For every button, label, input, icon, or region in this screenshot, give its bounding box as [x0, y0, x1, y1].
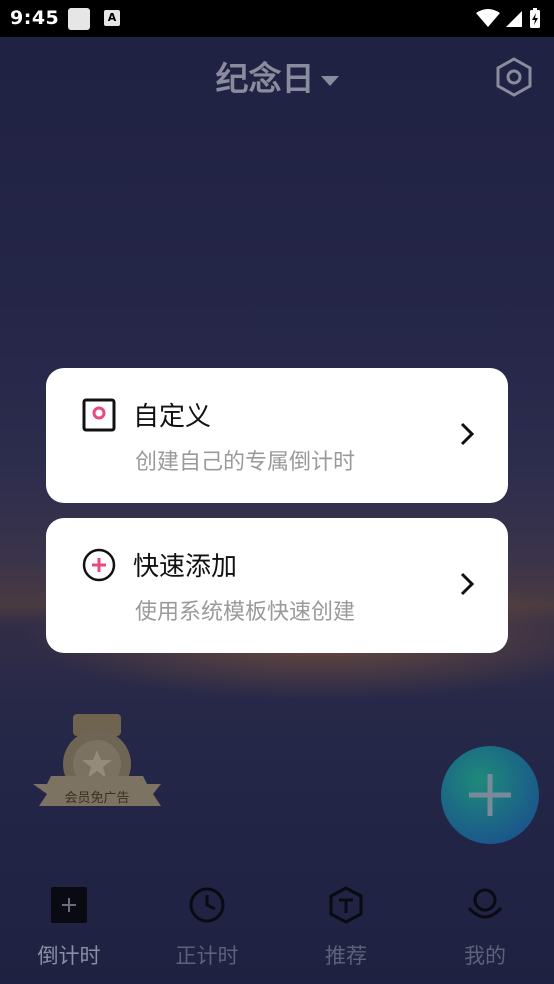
status-icons — [476, 8, 540, 28]
signal-icon — [506, 11, 522, 27]
custom-option-card[interactable]: 自定义 创建自己的专属倒计时 — [46, 368, 508, 503]
status-time: 9:45 — [10, 7, 60, 29]
notification-a-icon: A — [104, 10, 120, 26]
tab-mine[interactable]: 我的 — [416, 876, 554, 984]
tab-countdown[interactable]: 倒计时 — [0, 876, 138, 984]
hexagon-t-icon — [329, 886, 363, 924]
dim-overlay[interactable] — [0, 37, 554, 984]
page-title-dropdown[interactable]: 纪念日 — [0, 52, 554, 100]
add-fab-button[interactable] — [441, 746, 539, 844]
chevron-right-icon — [460, 422, 474, 446]
tab-label: 推荐 — [325, 944, 367, 968]
plus-square-icon — [51, 887, 87, 923]
vip-no-ads-badge[interactable]: 会员免广告 — [33, 712, 161, 812]
bottom-tab-bar: 倒计时 正计时 推荐 我的 — [0, 876, 554, 984]
custom-option-subtitle: 创建自己的专属倒计时 — [135, 450, 356, 475]
tab-label: 倒计时 — [37, 944, 101, 968]
custom-option-title: 自定义 — [133, 402, 212, 432]
tab-count-up[interactable]: 正计时 — [138, 876, 276, 984]
plus-icon — [469, 774, 511, 816]
smile-icon — [467, 888, 503, 919]
wifi-icon — [476, 9, 500, 27]
custom-square-icon — [82, 398, 116, 432]
tab-label: 我的 — [464, 944, 506, 968]
caret-down-icon — [320, 75, 339, 86]
tab-label: 正计时 — [175, 944, 239, 968]
page-title: 纪念日 — [215, 59, 315, 98]
quick-add-option-card[interactable]: 快速添加 使用系统模板快速创建 — [46, 518, 508, 653]
chevron-right-icon — [460, 572, 474, 596]
status-bar: 9:45 A — [0, 0, 554, 37]
settings-icon[interactable] — [494, 57, 534, 97]
quick-add-option-title: 快速添加 — [133, 552, 238, 582]
clock-icon — [189, 887, 225, 923]
notification-icon — [68, 8, 90, 30]
vip-badge-label: 会员免广告 — [64, 791, 130, 806]
tab-recommend[interactable]: 推荐 — [277, 876, 415, 984]
quick-add-option-subtitle: 使用系统模板快速创建 — [135, 600, 356, 625]
add-circle-icon — [82, 548, 116, 582]
